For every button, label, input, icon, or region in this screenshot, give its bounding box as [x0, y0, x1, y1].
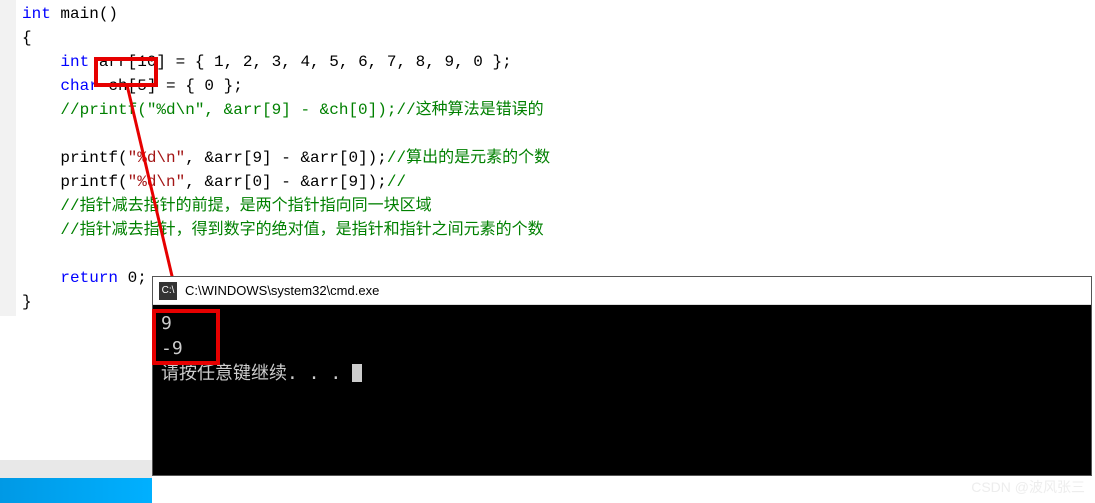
code-line: printf("%d\n", &arr[0] - &arr[9]);//	[22, 170, 1089, 194]
code-text: , &arr[0] - &arr[9]);	[185, 173, 387, 191]
prompt-text: 请按任意键继续. . .	[161, 363, 352, 384]
indent	[22, 197, 60, 215]
array-size: [10]	[128, 53, 166, 71]
keyword: int	[60, 53, 89, 71]
string: "%d\n"	[128, 149, 186, 167]
comment: //指针减去指针，得到数字的绝对值，是指针和指针之间元素的个数	[60, 221, 543, 239]
indent	[22, 269, 60, 287]
comment: //printf("%d\n", &arr[9] - &ch[0]);//这种算…	[60, 101, 543, 119]
code-line: //printf("%d\n", &arr[9] - &ch[0]);//这种算…	[22, 98, 1089, 122]
keyword: char	[60, 77, 98, 95]
code-text: {	[22, 29, 32, 47]
cmd-titlebar[interactable]: C:\ C:\WINDOWS\system32\cmd.exe	[153, 277, 1091, 305]
code-text: ch[5] = { 0 };	[99, 77, 243, 95]
code-text: , &arr[9] - &arr[0]);	[185, 149, 387, 167]
code-text: }	[22, 293, 32, 311]
code-text: printf(	[60, 173, 127, 191]
cursor	[352, 364, 362, 382]
code-line: int arr[10] = { 1, 2, 3, 4, 5, 6, 7, 8, …	[22, 50, 1089, 74]
code-text: main()	[51, 5, 118, 23]
cmd-icon: C:\	[159, 282, 177, 300]
indent	[22, 101, 60, 119]
code-line: char ch[5] = { 0 };	[22, 74, 1089, 98]
code-text: = { 1, 2, 3, 4, 5, 6, 7, 8, 9, 0 };	[166, 53, 512, 71]
output-prompt: 请按任意键继续. . .	[161, 361, 1083, 386]
cmd-output: 9 -9 请按任意键继续. . .	[153, 305, 1091, 393]
comment: //算出的是元素的个数	[387, 149, 550, 167]
identifier: arr	[89, 53, 127, 71]
string: "%d\n"	[128, 173, 186, 191]
watermark: CSDN @波风张三	[971, 477, 1085, 497]
cmd-title-text: C:\WINDOWS\system32\cmd.exe	[185, 283, 379, 298]
indent	[22, 77, 60, 95]
code-line: {	[22, 26, 1089, 50]
indent	[22, 221, 60, 239]
code-line: printf("%d\n", &arr[9] - &arr[0]);//算出的是…	[22, 146, 1089, 170]
keyword: int	[22, 5, 51, 23]
keyword: return	[60, 269, 118, 287]
code-line: int main()	[22, 2, 1089, 26]
code-line: //指针减去指针的前提，是两个指针指向同一块区域	[22, 194, 1089, 218]
indent	[22, 149, 60, 167]
status-bar	[0, 478, 152, 503]
output-line: 9	[161, 311, 1083, 336]
indent	[22, 173, 60, 191]
indent	[22, 53, 60, 71]
code-editor: int main() { int arr[10] = { 1, 2, 3, 4,…	[0, 0, 1095, 316]
code-text: 0;	[118, 269, 147, 287]
code-line: //指针减去指针，得到数字的绝对值，是指针和指针之间元素的个数	[22, 218, 1089, 242]
output-line: -9	[161, 336, 1083, 361]
comment: //	[387, 173, 406, 191]
comment: //指针减去指针的前提，是两个指针指向同一块区域	[60, 197, 431, 215]
code-line	[22, 242, 1089, 266]
cmd-window[interactable]: C:\ C:\WINDOWS\system32\cmd.exe 9 -9 请按任…	[152, 276, 1092, 476]
editor-gutter	[0, 460, 152, 478]
code-text: printf(	[60, 149, 127, 167]
code-line	[22, 122, 1089, 146]
